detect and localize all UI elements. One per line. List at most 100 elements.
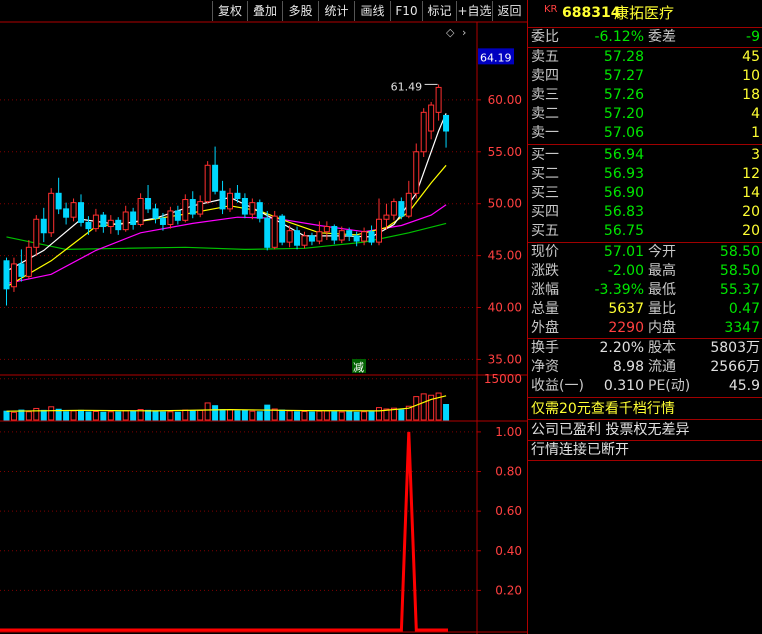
candle-body (294, 230, 301, 246)
toolbar-button-0[interactable]: 复权 (212, 1, 247, 21)
volume-bar (323, 410, 330, 421)
ask-row[interactable]: 卖一 57.06 1 (528, 124, 762, 143)
bid-row[interactable]: 买四 56.83 20 (528, 203, 762, 222)
chart-toolbar: 复权 叠加 多股 统计 画线 F10 标记 +自选 返回 (0, 0, 527, 22)
quote-panel: KR 688314 康拓医疗 委比 -6.12% 委差 -9 卖五 57.28 … (527, 0, 762, 634)
volume-bar (70, 410, 77, 421)
level-volume: 12 (742, 166, 760, 182)
volume-bar (25, 411, 32, 421)
level-volume: 1 (751, 125, 760, 141)
toolbar-button-5[interactable]: F10 (390, 1, 422, 21)
candle-body (264, 217, 271, 248)
bid-row[interactable]: 买一 56.94 3 (528, 146, 762, 165)
volume-bar (316, 410, 323, 421)
stat-value: 2290 (608, 320, 644, 336)
volume-bar (376, 407, 382, 421)
level-price: 56.83 (603, 204, 644, 220)
volume-bar (241, 409, 248, 421)
volume-bar (227, 409, 233, 421)
divider (528, 144, 762, 145)
upgrade-message[interactable]: 仅需20元查看千档行情 (531, 399, 675, 419)
volume-bar (145, 409, 152, 421)
candle-body (174, 210, 181, 221)
volume-bar (331, 411, 338, 421)
level-price: 56.75 (603, 223, 644, 239)
candle-body (25, 246, 32, 277)
volume-bar (353, 411, 360, 421)
volume-bar (3, 410, 10, 421)
fund-value: 45.9 (728, 378, 760, 394)
volume-bar (78, 409, 84, 421)
volume-bar (308, 411, 315, 421)
fund-label: 流通 (648, 359, 676, 375)
ask-row[interactable]: 卖四 57.27 10 (528, 67, 762, 86)
volume-bar (107, 411, 114, 421)
toolbar-button-6[interactable]: 标记 (422, 1, 456, 21)
volume-bar (182, 409, 189, 421)
candle-body (428, 104, 435, 132)
market-badge: KR (544, 4, 558, 15)
candle-body (130, 211, 137, 225)
volume-bar (167, 411, 174, 421)
level-label: 卖三 (531, 87, 559, 103)
stat-value: 58.50 (719, 263, 760, 279)
fund-value: 8.98 (612, 359, 644, 375)
candle-body (398, 201, 405, 217)
price-tick-label: 55.00 (488, 145, 522, 159)
candle-body (189, 199, 196, 215)
candle-body (353, 235, 360, 242)
level-price: 56.93 (603, 166, 644, 182)
price-tick-label: 50.00 (488, 197, 522, 211)
toolbar-button-4[interactable]: 画线 (354, 1, 390, 21)
stock-terminal: ◇ › 60.00 55.00 50.00 45.00 40.00 35.00 64.19 61.… (0, 0, 762, 634)
volume-bar (48, 406, 55, 421)
bid-row[interactable]: 买五 56.75 20 (528, 222, 762, 241)
toolbar-button-3[interactable]: 统计 (318, 1, 354, 21)
ask-row[interactable]: 卖三 57.26 18 (528, 86, 762, 105)
candle-body (212, 164, 219, 192)
level-volume: 3 (751, 147, 760, 163)
candle-body (241, 198, 248, 215)
toolbar-button-8[interactable]: 返回 (492, 1, 526, 21)
toolbar-button-2[interactable]: 多股 (282, 1, 318, 21)
candle-body (78, 202, 84, 223)
candle-body (70, 202, 77, 218)
volume-bar (115, 411, 122, 421)
bid-row[interactable]: 买二 56.93 12 (528, 165, 762, 184)
price-tick-label: 40.00 (488, 301, 522, 315)
level-volume: 45 (742, 49, 760, 65)
volume-bar (294, 411, 301, 421)
stat-label: 涨幅 (531, 282, 559, 298)
candle-body (323, 226, 330, 233)
ask-row[interactable]: 卖五 57.28 45 (528, 48, 762, 67)
candle-body (316, 231, 323, 242)
indicator-tick-label: 1.00 (495, 425, 522, 439)
level-label: 卖二 (531, 106, 559, 122)
level-label: 买三 (531, 185, 559, 201)
stat-label: 最低 (648, 282, 676, 298)
candle-body (234, 192, 241, 199)
stat-row: 涨跌 -2.00 最高 58.50 (528, 262, 762, 281)
candle-body (159, 217, 166, 225)
price-tick-label: 60.00 (488, 93, 522, 107)
ask-row[interactable]: 卖二 57.20 4 (528, 105, 762, 124)
candle-body (443, 114, 450, 132)
volume-bar (122, 410, 129, 421)
stock-header[interactable]: KR 688314 康拓医疗 (528, 2, 762, 24)
volume-bar (130, 410, 137, 421)
toolbar-button-1[interactable]: 叠加 (247, 1, 282, 21)
stat-value: 5637 (608, 301, 644, 317)
candle-body (346, 230, 353, 237)
volume-bar (413, 396, 420, 421)
stat-label: 量比 (648, 301, 676, 317)
candle-body (435, 86, 442, 113)
candle-body (301, 235, 308, 246)
level-label: 买五 (531, 223, 559, 239)
fundamental-row: 收益(一) 0.310 PE(动) 45.9 (528, 377, 762, 396)
toolbar-button-7[interactable]: +自选 (456, 1, 492, 21)
indicator-tick-label: 0.80 (495, 465, 522, 479)
bid-row[interactable]: 买三 56.90 14 (528, 184, 762, 203)
chart-area[interactable]: ◇ › 60.00 55.00 50.00 45.00 40.00 35.00 64.19 61.… (0, 0, 527, 634)
stat-label: 最高 (648, 263, 676, 279)
candle-body (48, 192, 55, 234)
